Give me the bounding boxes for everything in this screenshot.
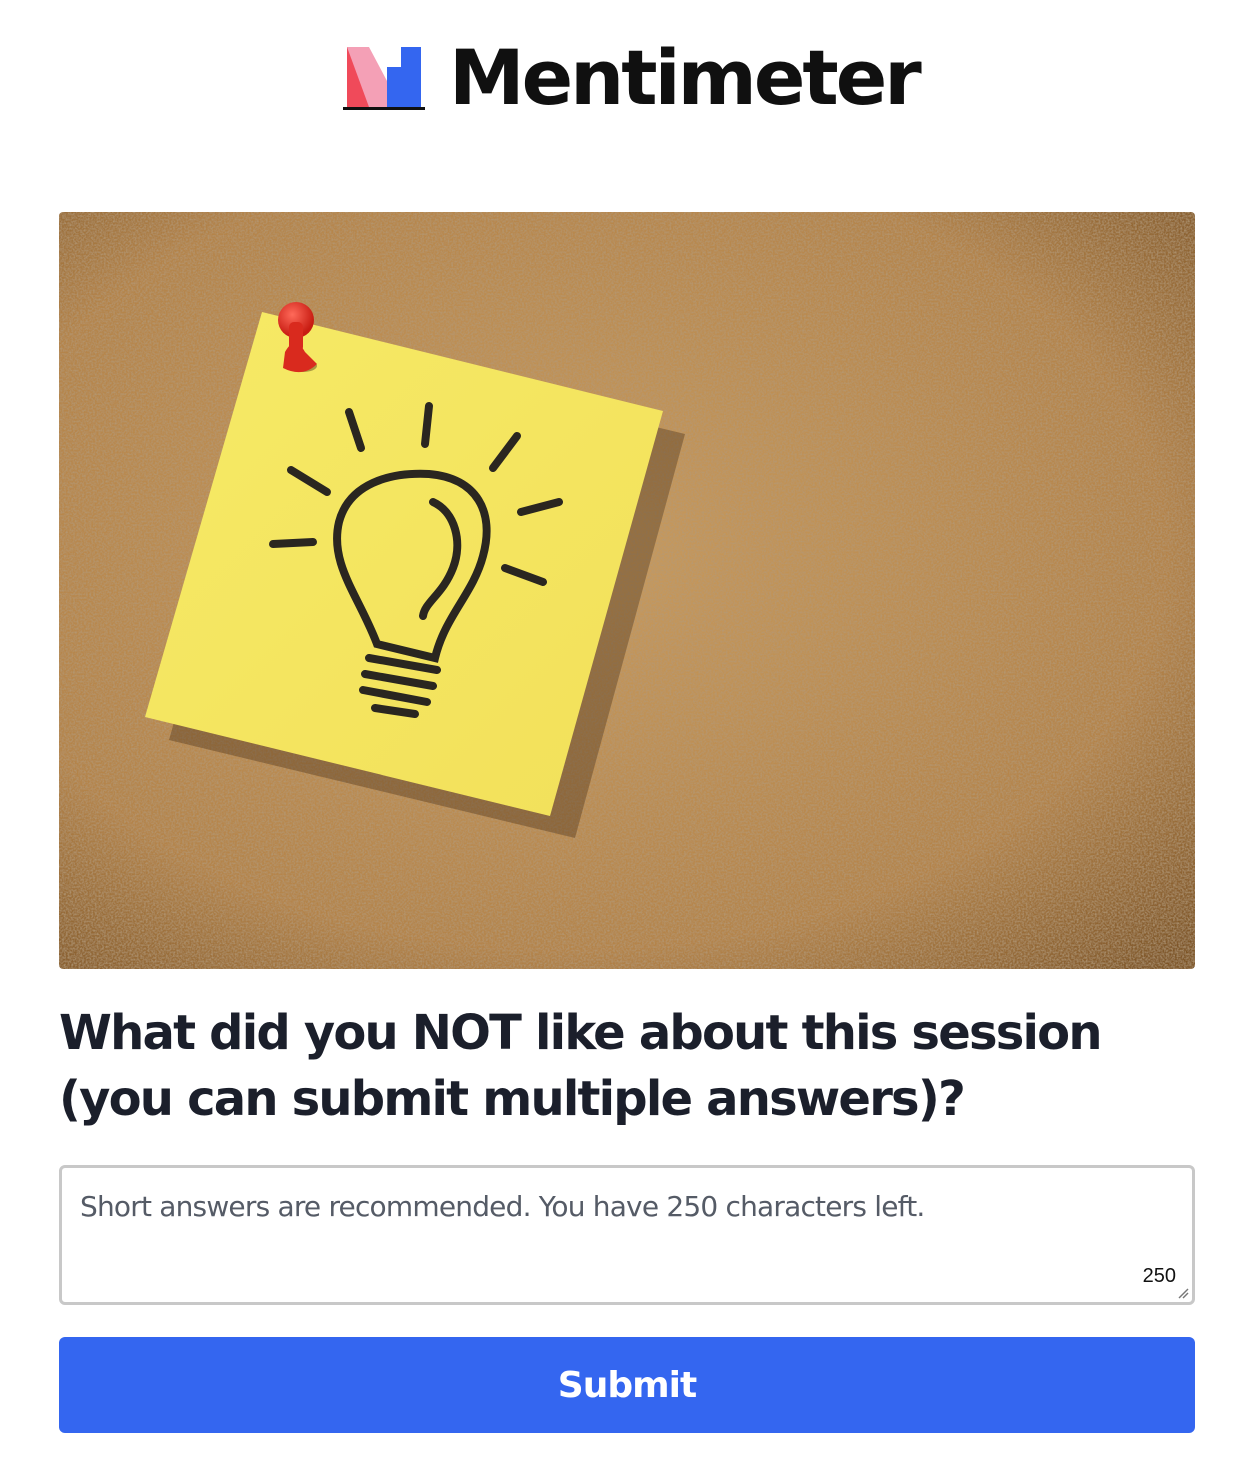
- brand-logo: Mentimeter: [343, 33, 922, 122]
- answer-textarea[interactable]: [62, 1168, 1192, 1302]
- lightbulb-sticky-note-on-corkboard-image: [59, 212, 1195, 969]
- submit-button[interactable]: Submit: [59, 1337, 1195, 1433]
- characters-left-counter: 250: [1142, 1265, 1176, 1287]
- question-title: What did you NOT like about this session…: [59, 1005, 1103, 1127]
- hero-image: [59, 212, 1195, 969]
- page: Mentimeter What did you NOT like about t…: [0, 0, 1240, 1472]
- resize-handle-icon[interactable]: [1177, 1287, 1189, 1299]
- mentimeter-logo-icon: [343, 47, 425, 110]
- answer-field[interactable]: 250: [59, 1165, 1195, 1305]
- brand-name: Mentimeter: [449, 33, 922, 122]
